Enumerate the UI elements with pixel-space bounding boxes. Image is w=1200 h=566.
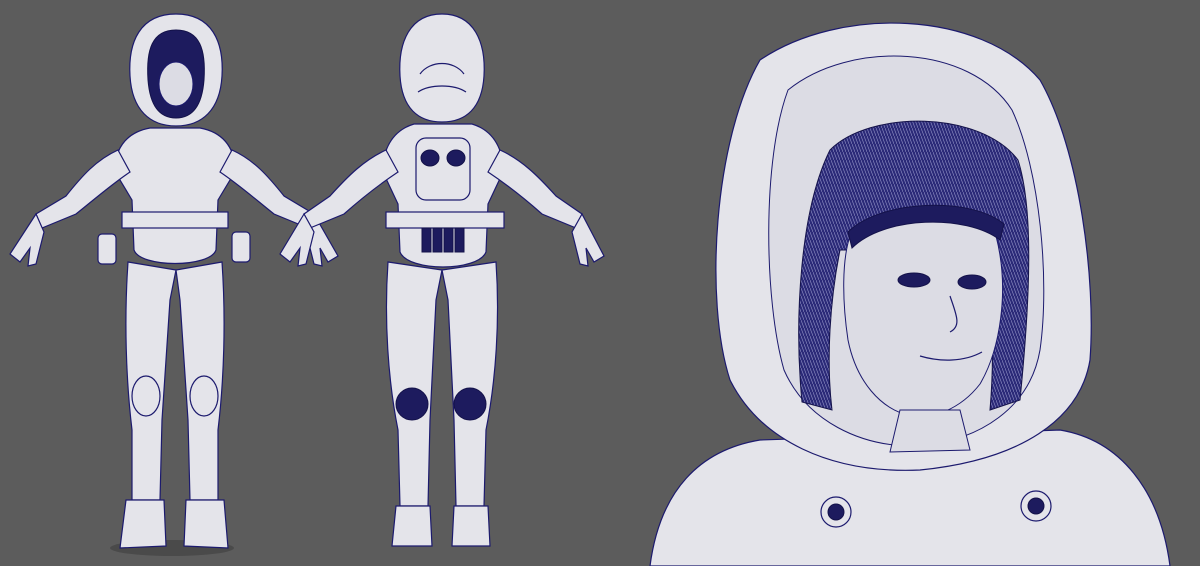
eye-left bbox=[897, 272, 931, 288]
viewport bbox=[0, 0, 1200, 566]
eye-right bbox=[957, 274, 987, 290]
back-view bbox=[279, 13, 605, 547]
hand-left-front bbox=[9, 212, 45, 267]
boot-right-back bbox=[451, 505, 491, 547]
front-view bbox=[9, 13, 339, 556]
leg-left-back bbox=[385, 261, 443, 507]
wireframe-scene bbox=[9, 13, 1171, 566]
boot-left-back bbox=[391, 505, 433, 547]
neck bbox=[889, 409, 971, 453]
leg-right-back bbox=[441, 261, 499, 507]
arm-left-back bbox=[303, 149, 399, 229]
closeup-view bbox=[649, 22, 1171, 566]
arm-right-front bbox=[219, 149, 315, 229]
helmet-back bbox=[399, 13, 485, 123]
face-front bbox=[158, 61, 194, 107]
torso-front bbox=[113, 127, 237, 264]
arm-left-front bbox=[35, 149, 131, 229]
boot-left-front bbox=[119, 499, 167, 549]
boot-right-front bbox=[183, 499, 229, 549]
